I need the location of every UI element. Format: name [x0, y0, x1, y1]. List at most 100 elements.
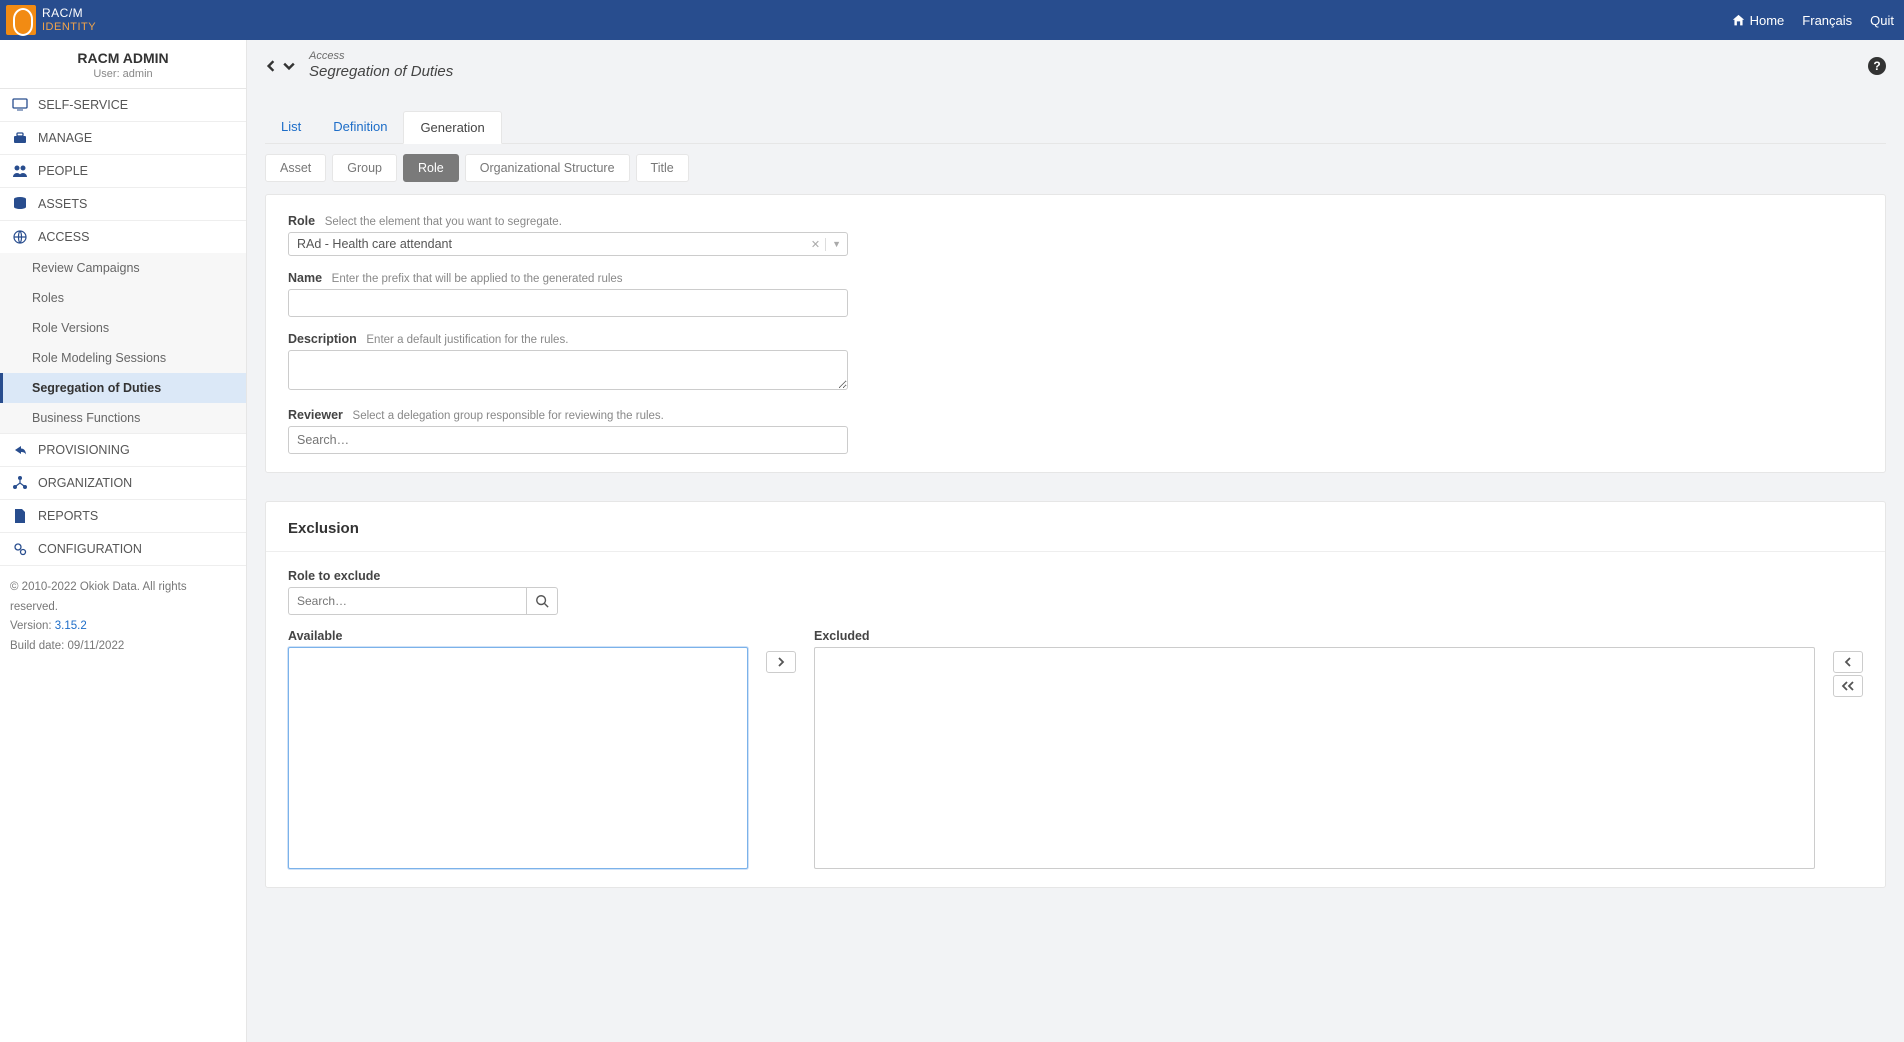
role-to-exclude-label: Role to exclude	[288, 569, 380, 583]
sidebar-item-label: PEOPLE	[38, 164, 88, 178]
subtab-role[interactable]: Role	[403, 154, 459, 182]
build-date: Build date: 09/11/2022	[10, 637, 236, 657]
chevron-right-icon	[776, 657, 786, 667]
excluded-label: Excluded	[814, 629, 1815, 643]
database-icon	[12, 196, 28, 212]
exclusion-search-input[interactable]	[288, 587, 526, 615]
move-all-left-button[interactable]	[1833, 675, 1863, 697]
reviewer-hint: Select a delegation group responsible fo…	[353, 410, 664, 422]
brand-line1: RAC/M	[42, 7, 96, 20]
sidebar-sub-role-modeling[interactable]: Role Modeling Sessions	[0, 343, 246, 373]
subtab-asset[interactable]: Asset	[265, 154, 326, 182]
page-header: Access Segregation of Duties ?	[265, 50, 1886, 87]
quit-link[interactable]: Quit	[1870, 13, 1894, 28]
nav-back-icon[interactable]	[265, 60, 277, 72]
reviewer-label: Reviewer	[288, 408, 343, 422]
sidebar-item-label: ACCESS	[38, 230, 89, 244]
name-input[interactable]	[288, 289, 848, 317]
admin-title: RACM ADMIN	[0, 50, 246, 66]
exclusion-title: Exclusion	[288, 520, 1863, 537]
generation-panel: Role Select the element that you want to…	[265, 194, 1886, 473]
tab-generation[interactable]: Generation	[403, 111, 501, 144]
available-listbox[interactable]	[288, 647, 748, 869]
sidebar-item-label: ORGANIZATION	[38, 476, 132, 490]
language-link[interactable]: Français	[1802, 13, 1852, 28]
search-button[interactable]	[526, 587, 558, 615]
tab-list[interactable]: List	[265, 111, 317, 143]
subtab-group[interactable]: Group	[332, 154, 397, 182]
role-label: Role	[288, 214, 315, 228]
gears-icon	[12, 541, 28, 557]
help-icon[interactable]: ?	[1868, 57, 1886, 75]
description-textarea[interactable]	[288, 350, 848, 390]
sidebar-item-people[interactable]: PEOPLE	[0, 155, 246, 187]
clear-icon[interactable]: ✕	[806, 238, 826, 251]
sidebar-item-configuration[interactable]: CONFIGURATION	[0, 533, 246, 565]
name-hint: Enter the prefix that will be applied to…	[332, 273, 623, 285]
sidebar-item-label: MANAGE	[38, 131, 92, 145]
nav-down-icon[interactable]	[283, 60, 295, 72]
home-icon	[1732, 14, 1745, 27]
breadcrumb-parent: Access	[309, 50, 453, 63]
tabs: List Definition Generation	[265, 111, 1886, 144]
sidebar-item-label: REPORTS	[38, 509, 98, 523]
copyright: © 2010-2022 Okiok Data. All rights reser…	[10, 578, 236, 617]
breadcrumb: Access Segregation of Duties	[309, 50, 453, 81]
search-icon	[535, 594, 549, 608]
name-label: Name	[288, 271, 322, 285]
sidebar-footer: © 2010-2022 Okiok Data. All rights reser…	[0, 566, 246, 668]
sidebar-item-manage[interactable]: MANAGE	[0, 122, 246, 154]
home-link[interactable]: Home	[1732, 13, 1785, 28]
description-hint: Enter a default justification for the ru…	[366, 334, 568, 346]
double-chevron-left-icon	[1841, 681, 1855, 691]
subtabs: Asset Group Role Organizational Structur…	[265, 154, 1886, 182]
topbar: RAC/M IDENTITY Home Français Quit	[0, 0, 1904, 40]
brand: RAC/M IDENTITY	[0, 0, 96, 40]
sidebar-sub-review-campaigns[interactable]: Review Campaigns	[0, 253, 246, 283]
network-icon	[12, 475, 28, 491]
chevron-down-icon[interactable]: ▼	[826, 239, 841, 249]
reviewer-search-input[interactable]	[288, 426, 848, 454]
subtab-title[interactable]: Title	[636, 154, 689, 182]
sidebar-item-label: PROVISIONING	[38, 443, 130, 457]
sidebar-item-label: CONFIGURATION	[38, 542, 142, 556]
document-icon	[12, 508, 28, 524]
sidebar-sub-roles[interactable]: Roles	[0, 283, 246, 313]
move-right-button[interactable]	[766, 651, 796, 673]
sidebar-item-provisioning[interactable]: PROVISIONING	[0, 434, 246, 466]
globe-icon	[12, 229, 28, 245]
sidebar-item-label: ASSETS	[38, 197, 87, 211]
version-link[interactable]: 3.15.2	[55, 620, 87, 632]
toolbox-icon	[12, 130, 28, 146]
sidebar-item-label: SELF-SERVICE	[38, 98, 128, 112]
role-select[interactable]: RAd - Health care attendant ✕ ▼	[288, 232, 848, 256]
topnav: Home Français Quit	[1732, 13, 1894, 28]
sidebar-item-self-service[interactable]: SELF-SERVICE	[0, 89, 246, 121]
brand-text: RAC/M IDENTITY	[42, 7, 96, 32]
sidebar-sub-business-functions[interactable]: Business Functions	[0, 403, 246, 433]
brand-logo-icon	[6, 5, 36, 35]
tab-definition[interactable]: Definition	[317, 111, 403, 143]
exclusion-panel: Exclusion Role to exclude Available	[265, 501, 1886, 888]
sidebar-item-access[interactable]: ACCESS	[0, 221, 246, 253]
sidebar-item-assets[interactable]: ASSETS	[0, 188, 246, 220]
description-label: Description	[288, 332, 357, 346]
available-label: Available	[288, 629, 748, 643]
desktop-icon	[12, 97, 28, 113]
subtab-org-structure[interactable]: Organizational Structure	[465, 154, 630, 182]
sidebar-item-organization[interactable]: ORGANIZATION	[0, 467, 246, 499]
sidebar-header: RACM ADMIN User: admin	[0, 40, 246, 89]
move-left-button[interactable]	[1833, 651, 1863, 673]
sidebar: RACM ADMIN User: admin SELF-SERVICE MANA…	[0, 40, 247, 1042]
version-label: Version:	[10, 620, 55, 632]
home-label: Home	[1750, 13, 1785, 28]
role-hint: Select the element that you want to segr…	[325, 216, 562, 228]
brand-line2: IDENTITY	[42, 21, 96, 33]
role-value: RAd - Health care attendant	[297, 237, 452, 251]
sidebar-sub-segregation-of-duties[interactable]: Segregation of Duties	[0, 373, 246, 403]
excluded-listbox[interactable]	[814, 647, 1815, 869]
people-icon	[12, 163, 28, 179]
sidebar-item-reports[interactable]: REPORTS	[0, 500, 246, 532]
sidebar-sub-role-versions[interactable]: Role Versions	[0, 313, 246, 343]
content: Access Segregation of Duties ? List Defi…	[247, 40, 1904, 1042]
